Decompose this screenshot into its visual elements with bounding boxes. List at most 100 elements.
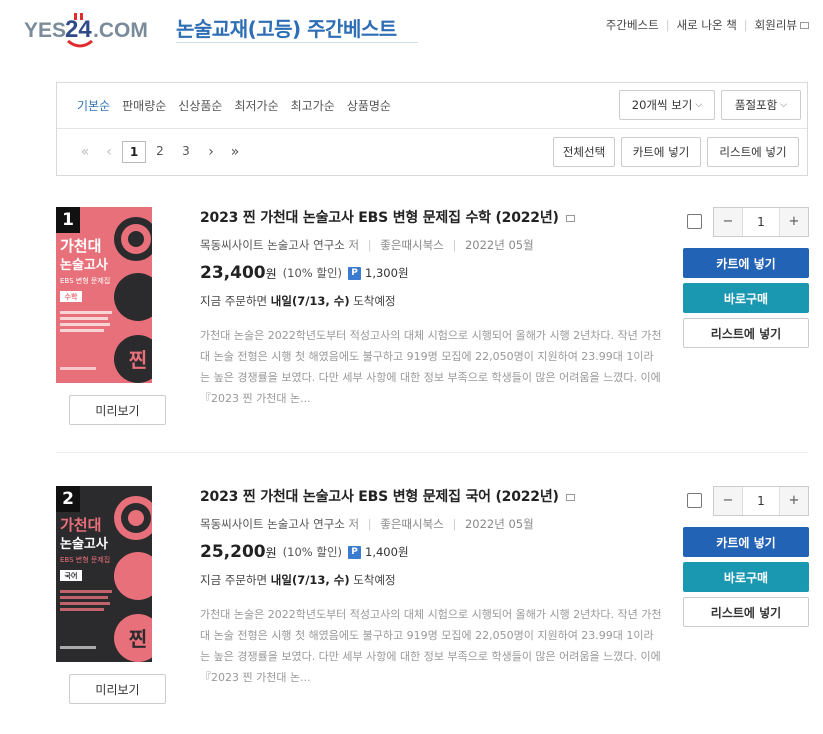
add-to-list-bulk-button[interactable]: 리스트에 넣기 bbox=[707, 137, 799, 167]
link-separator: | bbox=[743, 18, 748, 32]
add-to-list-button[interactable]: 리스트에 넣기 bbox=[683, 597, 809, 627]
point-icon: P bbox=[348, 545, 362, 559]
quantity-stepper: − 1 + bbox=[713, 486, 809, 516]
sort-options: 기본순 판매량순 신상품순 최저가순 최고가순 상품명순 bbox=[77, 97, 403, 114]
book-pub-date: 2022년 05월 bbox=[464, 517, 534, 531]
sort-lowest-price[interactable]: 최저가순 bbox=[234, 97, 278, 114]
sort-default[interactable]: 기본순 bbox=[77, 97, 110, 114]
select-all-button[interactable]: 전체선택 bbox=[553, 137, 615, 167]
new-window-icon[interactable] bbox=[566, 493, 576, 501]
price-unit: 원 bbox=[265, 545, 277, 560]
book-cover[interactable]: 찐 가천대 논술고사 EBS 변형 문제집 국어 bbox=[56, 486, 152, 662]
page-title: 논술교재(고등) 주간베스트 bbox=[176, 17, 397, 41]
view-count-select[interactable]: 20개씩 보기 ⌵ bbox=[619, 90, 715, 120]
link-new-books[interactable]: 새로 나온 책 bbox=[677, 17, 737, 33]
page-3[interactable]: 3 bbox=[174, 141, 198, 163]
delivery-info: 지금 주문하면 내일(7/13, 수) 도착예정 bbox=[200, 572, 670, 588]
delivery-info: 지금 주문하면 내일(7/13, 수) 도착예정 bbox=[200, 293, 670, 309]
quantity-value[interactable]: 1 bbox=[742, 487, 780, 515]
top-links: 주간베스트 | 새로 나온 책 | 회원리뷰 bbox=[606, 17, 809, 33]
rank-badge: 1 bbox=[56, 207, 80, 233]
svg-text:논술고사: 논술고사 bbox=[60, 536, 108, 552]
decrease-button[interactable]: − bbox=[714, 487, 742, 515]
chevron-down-icon: ⌵ bbox=[695, 100, 703, 110]
sort-newest[interactable]: 신상품순 bbox=[178, 97, 222, 114]
filter-panel: 기본순 판매량순 신상품순 최저가순 최고가순 상품명순 20개씩 보기 ⌵ 품… bbox=[56, 82, 808, 176]
book-info: 2023 찐 가천대 논술고사 EBS 변형 문제집 수학 (2022년) 목동… bbox=[200, 207, 670, 409]
header: YES 24 .COM 논술교재(고등) 주간베스트 주간베스트 | 새로 나온… bbox=[0, 0, 823, 56]
meta-separator: | bbox=[367, 238, 372, 252]
book-title[interactable]: 2023 찐 가천대 논술고사 EBS 변형 문제집 수학 (2022년) bbox=[200, 207, 670, 227]
svg-text:EBS 변형 문제집: EBS 변형 문제집 bbox=[60, 276, 110, 285]
new-window-icon bbox=[800, 21, 809, 29]
price-unit: 원 bbox=[265, 266, 277, 281]
book-publisher[interactable]: 좋은때시북스 bbox=[380, 238, 443, 252]
delivery-suffix: 도착예정 bbox=[353, 573, 396, 587]
point-value: 1,300원 bbox=[365, 266, 409, 280]
book-title[interactable]: 2023 찐 가천대 논술고사 EBS 변형 문제집 국어 (2022년) bbox=[200, 486, 670, 506]
list-item: 1 찐 가천대 논술고사 EBS 변형 문제집 수학 미리보기 2023 찐 가… bbox=[56, 207, 809, 437]
increase-button[interactable]: + bbox=[780, 208, 808, 236]
prev-page-icon[interactable]: ‹ bbox=[97, 144, 121, 160]
sort-highest-price[interactable]: 최고가순 bbox=[291, 97, 335, 114]
book-author[interactable]: 목동씨사이트 논술고사 연구소 bbox=[200, 238, 345, 252]
book-meta: 목동씨사이트 논술고사 연구소 저 | 좋은때시북스 | 2022년 05월 bbox=[200, 237, 670, 253]
book-cover[interactable]: 찐 가천대 논술고사 EBS 변형 문제집 수학 bbox=[56, 207, 152, 383]
delivery-date: 내일(7/13, 수) bbox=[270, 294, 350, 308]
book-price: 25,200 원 (10% 할인) P 1,400원 bbox=[200, 542, 670, 562]
page-1[interactable]: 1 bbox=[122, 141, 146, 163]
item-divider bbox=[56, 452, 808, 453]
view-count-value: 20개씩 보기 bbox=[631, 98, 693, 112]
delivery-suffix: 도착예정 bbox=[353, 294, 396, 308]
svg-text:논술고사: 논술고사 bbox=[60, 257, 108, 273]
yes24-logo[interactable]: YES 24 .COM bbox=[24, 10, 164, 52]
sort-name[interactable]: 상품명순 bbox=[347, 97, 391, 114]
pager-row: « ‹ 1 2 3 › » 전체선택 카트에 넣기 리스트에 넣기 bbox=[57, 129, 807, 175]
preview-button[interactable]: 미리보기 bbox=[69, 674, 166, 704]
select-checkbox[interactable] bbox=[687, 493, 702, 508]
book-title-text[interactable]: 2023 찐 가천대 논술고사 EBS 변형 문제집 수학 (2022년) bbox=[200, 210, 559, 226]
new-window-icon[interactable] bbox=[566, 214, 576, 222]
price-value: 25,200 bbox=[200, 542, 266, 562]
sort-row: 기본순 판매량순 신상품순 최저가순 최고가순 상품명순 20개씩 보기 ⌵ 품… bbox=[57, 83, 807, 129]
list-item: 2 찐 가천대 논술고사 EBS 변형 문제집 국어 미리보기 2023 찐 가… bbox=[56, 486, 809, 716]
delivery-prefix: 지금 주문하면 bbox=[200, 573, 268, 587]
link-member-review[interactable]: 회원리뷰 bbox=[755, 17, 797, 33]
book-publisher[interactable]: 좋은때시북스 bbox=[380, 517, 443, 531]
rank-badge: 2 bbox=[56, 486, 80, 512]
buy-now-button[interactable]: 바로구매 bbox=[683, 562, 809, 592]
book-author[interactable]: 목동씨사이트 논술고사 연구소 bbox=[200, 517, 345, 531]
svg-text:가천대: 가천대 bbox=[60, 237, 101, 255]
quantity-value[interactable]: 1 bbox=[742, 208, 780, 236]
svg-text:찐: 찐 bbox=[129, 348, 147, 372]
book-title-text[interactable]: 2023 찐 가천대 논술고사 EBS 변형 문제집 국어 (2022년) bbox=[200, 489, 559, 505]
point-icon: P bbox=[348, 266, 362, 280]
book-description: 가천대 논술은 2022학년도부터 적성고사의 대체 시험으로 시행되어 올해가… bbox=[200, 608, 662, 684]
add-to-list-button[interactable]: 리스트에 넣기 bbox=[683, 318, 809, 348]
svg-text:국어: 국어 bbox=[65, 571, 78, 580]
page-2[interactable]: 2 bbox=[148, 141, 172, 163]
meta-separator: | bbox=[452, 517, 457, 531]
add-to-cart-bulk-button[interactable]: 카트에 넣기 bbox=[621, 137, 701, 167]
last-page-icon[interactable]: » bbox=[223, 144, 247, 160]
increase-button[interactable]: + bbox=[780, 487, 808, 515]
chevron-down-icon: ⌵ bbox=[780, 100, 788, 110]
link-weekly-best[interactable]: 주간베스트 bbox=[606, 17, 659, 33]
svg-text:24: 24 bbox=[65, 16, 92, 43]
add-to-cart-button[interactable]: 카트에 넣기 bbox=[683, 527, 809, 557]
link-separator: | bbox=[665, 18, 670, 32]
first-page-icon[interactable]: « bbox=[73, 144, 97, 160]
discount-rate: (10% 할인) bbox=[282, 266, 343, 280]
book-description: 가천대 논술은 2022학년도부터 적성고사의 대체 시험으로 시행되어 올해가… bbox=[200, 329, 662, 405]
next-page-icon[interactable]: › bbox=[199, 144, 223, 160]
buy-now-button[interactable]: 바로구매 bbox=[683, 283, 809, 313]
select-checkbox[interactable] bbox=[687, 214, 702, 229]
add-to-cart-button[interactable]: 카트에 넣기 bbox=[683, 248, 809, 278]
book-price: 23,400 원 (10% 할인) P 1,300원 bbox=[200, 263, 670, 283]
author-role: 저 bbox=[348, 517, 360, 531]
sort-sales[interactable]: 판매량순 bbox=[122, 97, 166, 114]
preview-button[interactable]: 미리보기 bbox=[69, 395, 166, 425]
discount-rate: (10% 할인) bbox=[282, 545, 343, 559]
stock-filter-select[interactable]: 품절포함 ⌵ bbox=[721, 90, 801, 120]
decrease-button[interactable]: − bbox=[714, 208, 742, 236]
